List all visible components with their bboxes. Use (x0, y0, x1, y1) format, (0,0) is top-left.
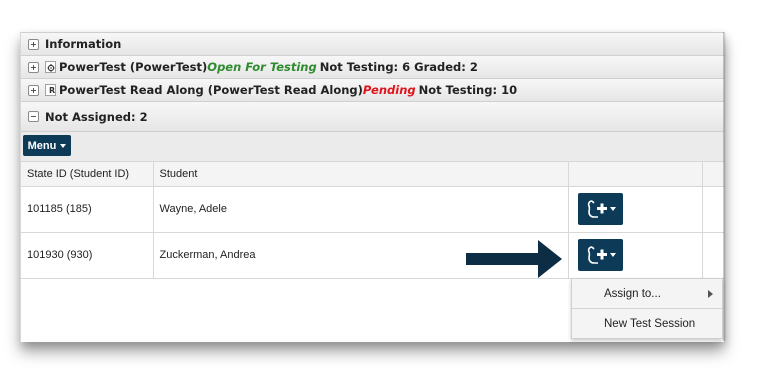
section-powertest-read-along[interactable]: R PowerTest Read Along (PowerTest Read A… (21, 79, 724, 102)
panel-shadow (723, 32, 726, 341)
cell-actions (568, 186, 703, 233)
assign-action-button[interactable] (577, 239, 623, 271)
chevron-down-icon (60, 143, 67, 148)
cell-state-id: 101930 (930) (21, 232, 154, 279)
cell-extra (702, 232, 724, 279)
expand-icon[interactable] (28, 84, 39, 96)
table-row[interactable]: 101185 (185) Wayne, Adele (21, 186, 724, 233)
section-title: Not Assigned: 2 (45, 109, 148, 124)
column-header-student[interactable]: Student (153, 162, 569, 187)
section-title: PowerTest Read Along (PowerTest Read Alo… (59, 83, 363, 97)
table-header: State ID (Student ID) Student (21, 162, 724, 187)
cell-state-id: 101185 (185) (21, 186, 154, 233)
section-powertest[interactable]: PowerTest (PowerTest) Open For Testing N… (21, 56, 724, 79)
menu-item-label: New Test Session (604, 318, 696, 330)
section-title: PowerTest (PowerTest) (59, 60, 208, 74)
table-row[interactable]: 101930 (930) Zuckerman, Andrea (21, 232, 724, 279)
expand-icon[interactable] (28, 61, 39, 73)
section-not-assigned[interactable]: Not Assigned: 2 (21, 102, 724, 132)
chevron-down-icon (609, 207, 616, 211)
cell-actions (568, 232, 703, 279)
column-header-extra (702, 162, 724, 187)
menu-item-assign-to[interactable]: Assign to... (572, 279, 722, 309)
chevron-right-icon (708, 290, 713, 298)
assign-student-icon (587, 200, 607, 218)
menu-item-label: Assign to... (604, 288, 661, 300)
status-open-for-testing: Open For Testing (207, 60, 317, 74)
column-header-actions (568, 162, 703, 187)
menu-label: Menu (27, 139, 57, 152)
section-counts: Not Testing: 10 (418, 83, 518, 97)
assign-student-icon (587, 246, 607, 264)
expand-icon[interactable] (28, 38, 39, 50)
assign-dropdown-menu: Assign to... New Test Session (571, 278, 723, 339)
menu-item-new-test-session[interactable]: New Test Session (572, 309, 722, 339)
assign-action-button[interactable] (577, 193, 623, 225)
chevron-down-icon (609, 253, 616, 257)
test-settings-icon (45, 61, 56, 73)
status-pending: Pending (362, 83, 416, 97)
column-header-state-id[interactable]: State ID (Student ID) (21, 162, 154, 187)
read-along-icon: R (45, 84, 56, 96)
section-information[interactable]: Information (21, 33, 724, 56)
callout-arrow-icon (466, 240, 562, 278)
section-counts: Not Testing: 6 Graded: 2 (319, 60, 478, 74)
cell-extra (702, 186, 724, 233)
menu-button[interactable]: Menu (23, 135, 71, 156)
collapse-icon[interactable] (28, 111, 39, 122)
students-table: State ID (Student ID) Student 101185 (18… (21, 162, 724, 279)
toolbar: Menu (21, 132, 724, 162)
cell-student: Wayne, Adele (153, 186, 569, 233)
section-title: Information (45, 37, 122, 51)
